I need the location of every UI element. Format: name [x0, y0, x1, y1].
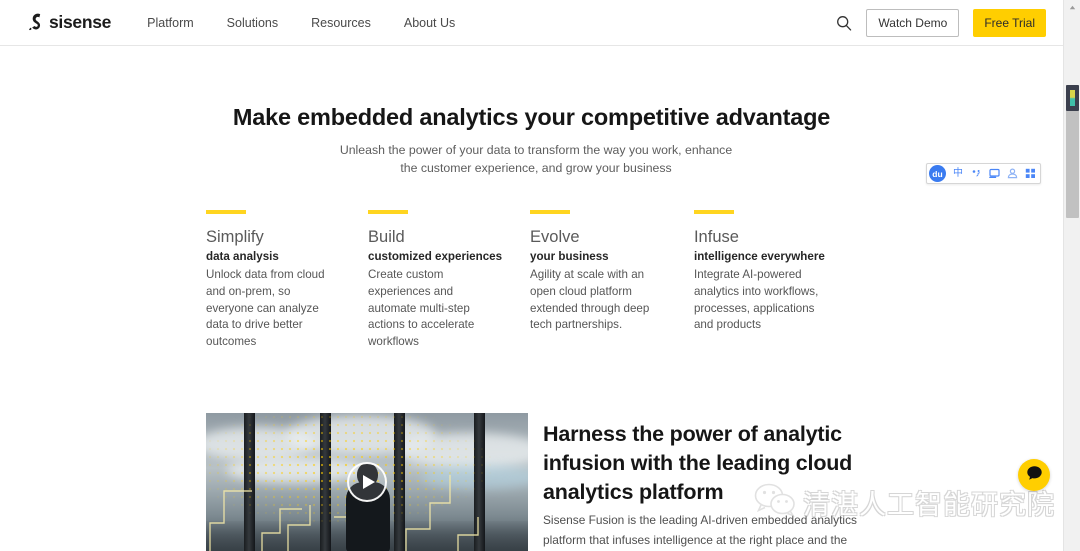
- feature-subtitle: customized experiences: [368, 250, 503, 263]
- feature-subtitle: your business: [530, 250, 609, 263]
- sisense-logo-mark-icon: [28, 13, 45, 32]
- chat-widget-button[interactable]: [1018, 459, 1050, 491]
- feature-column-build: Build customized experiences Create cust…: [368, 210, 530, 351]
- chat-bubble-icon: [1026, 465, 1043, 486]
- watch-demo-button[interactable]: Watch Demo: [866, 8, 960, 37]
- search-icon[interactable]: [836, 15, 852, 31]
- site-logo[interactable]: sisense: [28, 12, 111, 33]
- scrollbar-thumb-indicator: [1066, 85, 1079, 111]
- feature-title: Simplify: [206, 228, 264, 246]
- nav-item-resources[interactable]: Resources: [311, 16, 371, 30]
- feature-columns: Simplify data analysis Unlock data from …: [206, 210, 856, 351]
- header-actions: Watch Demo Free Trial: [836, 8, 1046, 37]
- play-button[interactable]: [347, 462, 387, 502]
- video-thumbnail[interactable]: [206, 413, 528, 551]
- punctuation-icon[interactable]: [970, 168, 982, 179]
- page-scrollbar[interactable]: [1063, 0, 1080, 551]
- chinese-mode-icon[interactable]: 中: [952, 168, 964, 179]
- feature-body: Integrate AI-powered analytics into work…: [693, 268, 819, 332]
- ime-floating-toolbar[interactable]: du 中: [926, 163, 1041, 184]
- play-icon: [363, 475, 375, 489]
- lower-section-body: Sisense Fusion is the leading AI-driven …: [543, 513, 857, 547]
- feature-subtitle: data analysis: [206, 250, 279, 263]
- feature-title: Evolve: [530, 228, 580, 246]
- site-header: sisense Platform Solutions Resources Abo…: [0, 0, 1063, 46]
- toolbox-grid-icon[interactable]: [1024, 168, 1036, 179]
- baidu-ime-logo-icon[interactable]: du: [929, 165, 946, 182]
- feature-column-evolve: Evolve your business Agility at scale wi…: [530, 210, 694, 351]
- feature-body: Agility at scale with an open cloud plat…: [530, 268, 650, 332]
- feature-subtitle: intelligence everywhere: [693, 250, 825, 263]
- scrollbar-thumb[interactable]: [1066, 85, 1079, 218]
- scroll-up-arrow-icon[interactable]: [1068, 4, 1077, 11]
- accent-bar: [693, 210, 734, 214]
- site-logo-text: sisense: [49, 12, 112, 32]
- accent-bar: [368, 210, 409, 214]
- lower-section-title: Harness the power of analytic infusion w…: [543, 422, 853, 504]
- feature-body: Unlock data from cloud and on-prem, so e…: [206, 268, 325, 349]
- accent-bar: [206, 210, 246, 214]
- screen-capture-icon[interactable]: [988, 168, 1000, 179]
- feature-title: Infuse: [693, 228, 739, 246]
- page-subtitle: Unleash the power of your data to transf…: [339, 143, 733, 175]
- free-trial-button[interactable]: Free Trial: [973, 8, 1046, 37]
- main-nav: Platform Solutions Resources About Us: [147, 16, 455, 30]
- page-viewport: sisense Platform Solutions Resources Abo…: [0, 0, 1080, 551]
- user-icon[interactable]: [1006, 168, 1018, 179]
- nav-item-about-us[interactable]: About Us: [404, 16, 455, 30]
- accent-bar: [530, 210, 571, 214]
- nav-item-solutions[interactable]: Solutions: [227, 16, 278, 30]
- nav-item-platform[interactable]: Platform: [147, 16, 194, 30]
- feature-column-infuse: Infuse intelligence everywhere Integrate…: [693, 210, 856, 351]
- feature-body: Create custom experiences and automate m…: [368, 268, 475, 349]
- feature-title: Build: [368, 228, 405, 246]
- page-title: Make embedded analytics your competitive…: [232, 104, 831, 130]
- feature-column-simplify: Simplify data analysis Unlock data from …: [206, 210, 368, 351]
